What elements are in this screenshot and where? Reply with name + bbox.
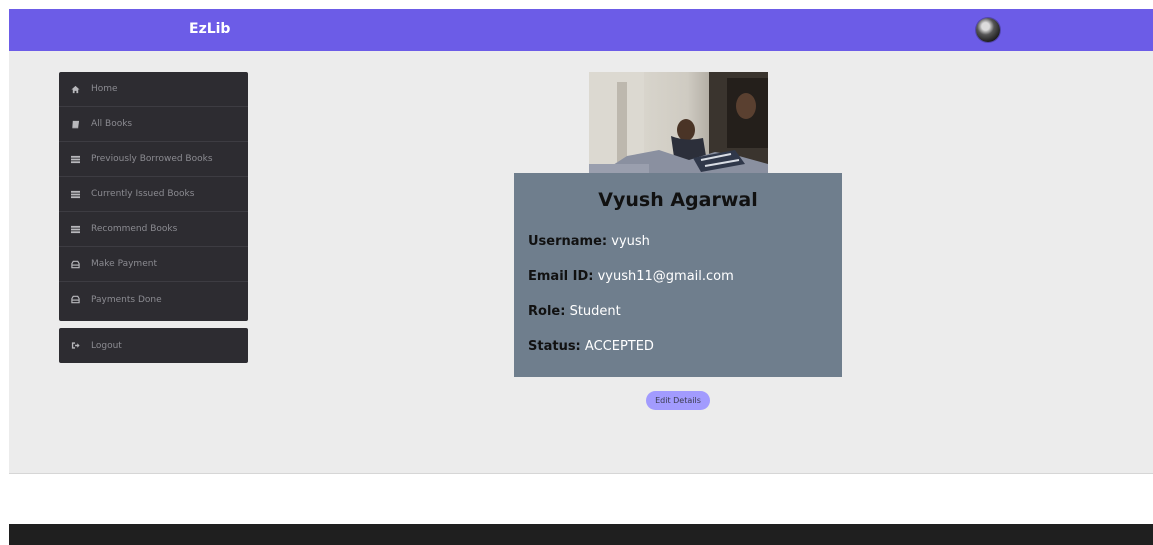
sidebar-item-label: Make Payment [91, 259, 157, 269]
logout-panel: Logout [59, 328, 248, 363]
status-label: Status: [528, 339, 581, 354]
email-value: vyush11@gmail.com [597, 269, 734, 284]
profile-name: Vyush Agarwal [598, 189, 758, 211]
profile-card: Vyush Agarwal Username: vyush Email ID: … [514, 173, 842, 377]
sidebar-item-label: Recommend Books [91, 224, 178, 234]
username-row: Username: vyush [528, 234, 650, 249]
top-navbar: EzLib [9, 9, 1153, 51]
list-icon [71, 155, 83, 164]
book-icon [71, 120, 83, 129]
status-row: Status: ACCEPTED [528, 339, 654, 354]
profile-photo [589, 72, 768, 174]
payment-icon [71, 260, 83, 269]
sidebar-menu: Home All Books Previously Borrowed Books… [59, 72, 248, 321]
username-value: vyush [611, 234, 650, 249]
sidebar-item-label: Currently Issued Books [91, 189, 195, 199]
role-row: Role: Student [528, 304, 621, 319]
footer [9, 524, 1153, 545]
sidebar-item-home[interactable]: Home [59, 72, 248, 107]
main-content: Home All Books Previously Borrowed Books… [9, 51, 1153, 474]
sidebar-item-previously-borrowed[interactable]: Previously Borrowed Books [59, 142, 248, 177]
edit-details-button[interactable]: Edit Details [646, 391, 710, 410]
sidebar-item-payments-done[interactable]: Payments Done [59, 282, 248, 317]
sidebar-item-currently-issued[interactable]: Currently Issued Books [59, 177, 248, 212]
payment-icon [71, 295, 83, 304]
sidebar-item-label: Home [91, 84, 118, 94]
sidebar-item-label: All Books [91, 119, 133, 129]
user-avatar[interactable] [976, 18, 1000, 42]
sidebar-item-label: Previously Borrowed Books [91, 154, 213, 164]
role-value: Student [569, 304, 621, 319]
list-icon [71, 190, 83, 199]
brand-logo[interactable]: EzLib [189, 21, 230, 37]
logout-label: Logout [91, 340, 122, 351]
email-row: Email ID: vyush11@gmail.com [528, 269, 734, 284]
sidebar-item-label: Payments Done [91, 294, 162, 305]
sidebar-item-recommend-books[interactable]: Recommend Books [59, 212, 248, 247]
role-label: Role: [528, 304, 566, 319]
logout-icon [71, 341, 83, 350]
logout-button[interactable]: Logout [59, 328, 248, 363]
home-icon [71, 85, 83, 94]
list-icon [71, 225, 83, 234]
username-label: Username: [528, 234, 608, 249]
sidebar-item-make-payment[interactable]: Make Payment [59, 247, 248, 282]
status-value: ACCEPTED [584, 339, 654, 354]
email-label: Email ID: [528, 269, 594, 284]
sidebar-item-all-books[interactable]: All Books [59, 107, 248, 142]
